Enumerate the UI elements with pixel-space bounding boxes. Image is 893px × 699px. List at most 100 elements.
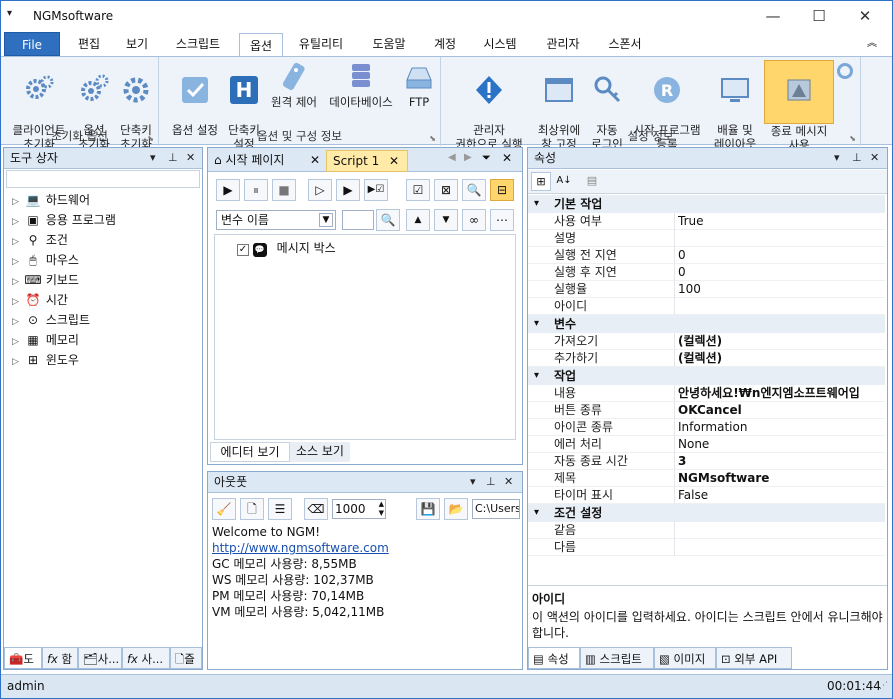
bottom-tab-properties[interactable]: ▤ 속성 bbox=[528, 647, 580, 669]
property-value[interactable]: 3 bbox=[678, 453, 883, 470]
line-limit-stepper[interactable]: 1000 ▲ ▼ bbox=[332, 499, 386, 519]
property-row[interactable]: 설명 bbox=[528, 230, 885, 247]
exit-message-button[interactable]: 종료 메시지 사용 bbox=[764, 60, 834, 152]
collapse-icon[interactable]: ▾ bbox=[534, 504, 539, 522]
settings-gear-icon[interactable] bbox=[837, 63, 853, 79]
move-down-icon[interactable]: ▼ bbox=[434, 209, 458, 231]
property-row[interactable]: 실행 전 지연 0 bbox=[528, 247, 885, 264]
move-up-icon[interactable]: ▲ bbox=[406, 209, 430, 231]
variable-select[interactable]: 변수 이름 ▼ bbox=[216, 210, 336, 230]
expand-arrow-icon[interactable]: ▷ bbox=[12, 272, 24, 292]
property-value[interactable]: 0 bbox=[678, 247, 883, 264]
tab-system[interactable]: 시스템 bbox=[473, 32, 527, 56]
startup-register-button[interactable]: R 시작 프로그램 등록 bbox=[627, 60, 707, 151]
tab-script-1[interactable]: Script 1 ✕ bbox=[326, 150, 408, 172]
toolbox-category[interactable]: ▷ ▦ 메모리 bbox=[12, 330, 79, 350]
dialog-launcher-icon[interactable]: ⬊ bbox=[147, 134, 154, 143]
property-row[interactable]: 다름 bbox=[528, 539, 885, 556]
option-settings-button[interactable]: 옵션 설정 bbox=[167, 60, 223, 137]
expand-arrow-icon[interactable]: ▷ bbox=[12, 312, 24, 332]
tab-options[interactable]: 옵션 bbox=[239, 33, 283, 57]
bottom-tab-image[interactable]: ▧ 이미지 bbox=[654, 647, 716, 669]
variable-value-input[interactable] bbox=[342, 210, 374, 230]
more-icon[interactable]: ⋯ bbox=[490, 209, 514, 231]
database-button[interactable]: 데이타베이스 bbox=[323, 60, 399, 124]
property-category[interactable]: ▾ 조건 설정 bbox=[528, 504, 885, 522]
toolbox-category[interactable]: ▷ 🖱 마우스 bbox=[12, 250, 79, 270]
tab-utility[interactable]: 유틸리티 bbox=[288, 32, 354, 56]
run-step-icon[interactable]: ▷ bbox=[308, 179, 332, 201]
expand-arrow-icon[interactable]: ▷ bbox=[12, 212, 24, 232]
close-icon[interactable]: ✕ bbox=[842, 1, 888, 31]
tab-editor-view[interactable]: 에디터 보기 bbox=[210, 442, 290, 462]
run-check-icon[interactable]: ▶☑ bbox=[364, 179, 388, 201]
toolbox-category[interactable]: ▷ ⊙ 스크립트 bbox=[12, 310, 90, 330]
bottom-tab-favorites[interactable]: 🗋즐 bbox=[170, 647, 202, 669]
pin-icon[interactable]: ⊥ bbox=[168, 148, 178, 168]
reset-options-button[interactable]: 옵션 초기화 bbox=[73, 60, 115, 151]
bottom-tab-toolbox[interactable]: 🧰도 bbox=[4, 647, 42, 669]
tab-edit[interactable]: 편집 bbox=[63, 32, 115, 56]
property-value[interactable]: Information bbox=[678, 419, 883, 436]
check-all-icon[interactable]: ☑ bbox=[406, 179, 430, 201]
toolbox-category[interactable]: ▷ ⏰ 시간 bbox=[12, 290, 68, 310]
save-icon[interactable]: 💾 bbox=[416, 498, 440, 520]
new-file-icon[interactable]: 🗋 bbox=[240, 498, 264, 520]
scroll-left-icon[interactable]: ◀ bbox=[448, 152, 456, 163]
property-row[interactable]: 추가하기 (컬렉션) bbox=[528, 350, 885, 367]
bottom-tab-function[interactable]: fx 함 bbox=[42, 647, 78, 669]
sort-alpha-icon[interactable]: A↓ bbox=[554, 172, 574, 191]
toolbox-search-input[interactable] bbox=[6, 170, 200, 188]
expand-arrow-icon[interactable]: ▷ bbox=[12, 352, 24, 372]
tab-script[interactable]: 스크립트 bbox=[161, 32, 235, 56]
close-icon[interactable]: ✕ bbox=[186, 148, 195, 168]
minimize-icon[interactable]: — bbox=[750, 1, 796, 31]
resize-grip-icon[interactable]: ⋰ bbox=[879, 675, 888, 697]
tab-help[interactable]: 도움말 bbox=[361, 32, 417, 56]
dropdown-icon[interactable]: ▾ bbox=[470, 472, 476, 492]
pause-icon[interactable]: ⏸ bbox=[244, 179, 268, 201]
property-row[interactable]: 가져오기 (컬렉션) bbox=[528, 333, 885, 350]
open-folder-icon[interactable]: 📂 bbox=[444, 498, 468, 520]
tree-view-icon[interactable]: ⊟ bbox=[490, 179, 514, 201]
property-row[interactable]: 자동 종료 시간 3 bbox=[528, 453, 885, 470]
ftp-button[interactable]: FTP bbox=[401, 60, 437, 124]
tab-admin[interactable]: 관리자 bbox=[536, 32, 590, 56]
file-menu[interactable]: File bbox=[4, 32, 60, 56]
website-link[interactable]: http://www.ngmsoftware.com bbox=[212, 540, 518, 556]
expand-arrow-icon[interactable]: ▷ bbox=[12, 332, 24, 352]
pin-icon[interactable]: ⊥ bbox=[852, 148, 862, 168]
find-icon[interactable]: 🔍 bbox=[462, 179, 486, 201]
collapse-icon[interactable]: ▾ bbox=[534, 315, 539, 333]
close-tab-icon[interactable]: ✕ bbox=[310, 150, 320, 170]
collapse-ribbon-icon[interactable]: ︽ bbox=[861, 32, 883, 56]
remote-control-button[interactable]: 원격 제어 bbox=[265, 60, 323, 124]
dialog-launcher-icon[interactable]: ⬊ bbox=[849, 134, 856, 143]
close-icon[interactable]: ✕ bbox=[870, 148, 879, 168]
collapse-icon[interactable]: ▾ bbox=[534, 195, 539, 213]
broom-icon[interactable]: 🧹 bbox=[212, 498, 236, 520]
node-checkbox[interactable]: ✓ bbox=[237, 244, 249, 256]
property-pages-icon[interactable]: ▤ bbox=[582, 172, 602, 191]
tab-source-view[interactable]: 소스 보기 bbox=[290, 442, 350, 462]
node-message-box[interactable]: ✓ 💬 메시지 박스 bbox=[237, 239, 336, 257]
property-row[interactable]: 아이디 bbox=[528, 298, 885, 315]
play-icon[interactable]: ▶ bbox=[216, 179, 240, 201]
reset-shortcuts-button[interactable]: 단축키 초기화 bbox=[115, 60, 157, 151]
property-value[interactable]: True bbox=[678, 213, 883, 230]
toolbox-category[interactable]: ▷ ▣ 응용 프로그램 bbox=[12, 210, 116, 230]
property-category[interactable]: ▾ 변수 bbox=[528, 315, 885, 333]
property-value[interactable]: 100 bbox=[678, 281, 883, 298]
toolbox-category[interactable]: ▷ 💻 하드웨어 bbox=[12, 190, 90, 210]
toolbox-category[interactable]: ▷ ⌨ 키보드 bbox=[12, 270, 79, 290]
dropdown-icon[interactable]: ▾ bbox=[834, 148, 840, 168]
always-on-top-button[interactable]: 최상위에 창 고정 bbox=[529, 60, 589, 151]
run-from-icon[interactable]: ▶︎ bbox=[336, 179, 360, 201]
property-value[interactable]: 안녕하세요!₩n엔지엠소프트웨어입 bbox=[678, 385, 883, 402]
property-value[interactable]: (컬렉션) bbox=[678, 350, 883, 367]
property-value[interactable]: None bbox=[678, 436, 883, 453]
property-value[interactable]: (컬렉션) bbox=[678, 333, 883, 350]
close-icon[interactable]: ✕ bbox=[504, 472, 513, 492]
close-document-icon[interactable]: ✕ bbox=[502, 151, 512, 165]
property-row[interactable]: 내용 안녕하세요!₩n엔지엠소프트웨어입 bbox=[528, 385, 885, 402]
